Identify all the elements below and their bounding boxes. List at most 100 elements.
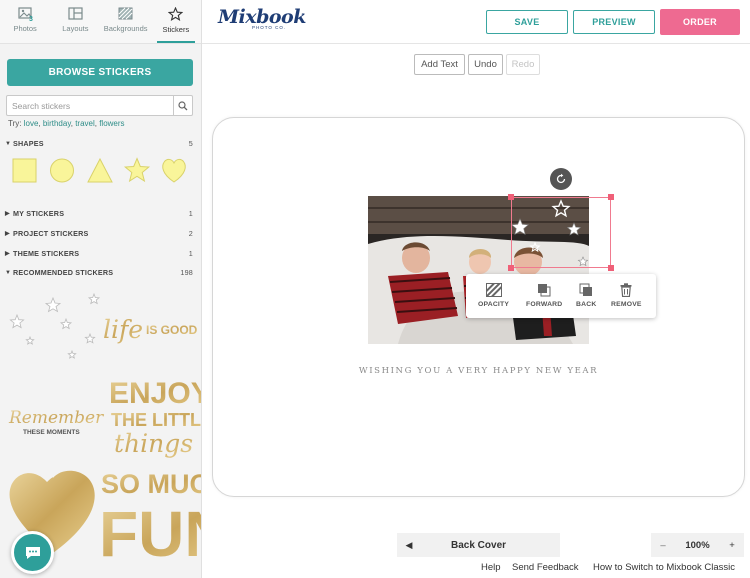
shape-star[interactable] [123, 157, 151, 183]
help-link[interactable]: Help [481, 562, 501, 573]
greeting-caption[interactable]: WISHING YOU A VERY HAPPY NEW YEAR [212, 366, 745, 376]
zoom-out-button[interactable]: – [651, 540, 675, 551]
mixbook-logo[interactable]: Mixbook PHOTO CO. [218, 6, 306, 38]
sticker-so-much-fun[interactable]: SO MUCH FUN [99, 469, 202, 570]
layouts-icon [68, 7, 83, 20]
section-theme-stickers[interactable]: ▶ THEME STICKERS 1 [5, 249, 193, 258]
back-button[interactable]: BACK [576, 283, 596, 308]
zoom-control: – 100% + [651, 533, 744, 557]
section-shapes-count: 5 [188, 139, 193, 148]
section-my-stickers[interactable]: ▶ MY STICKERS 1 [5, 209, 193, 218]
chevron-down-icon: ▼ [5, 140, 12, 147]
forward-label: FORWARD [526, 301, 563, 308]
sticker-life-is-good[interactable]: life IS GOOD [103, 315, 198, 344]
zoom-level: 100% [685, 539, 710, 551]
current-page-label[interactable]: Back Cover [451, 540, 506, 551]
preview-button[interactable]: PREVIEW [573, 10, 655, 34]
rotate-icon [556, 173, 566, 184]
chat-button[interactable] [11, 531, 54, 574]
section-theme-stickers-label: THEME STICKERS [13, 249, 80, 258]
zoom-in-button[interactable]: + [720, 540, 744, 551]
order-button[interactable]: ORDER [660, 9, 740, 35]
section-my-stickers-label: MY STICKERS [13, 209, 65, 218]
shape-triangle[interactable] [87, 157, 113, 183]
sticker-search: Search stickers [6, 95, 193, 116]
svg-text:SO MUCH: SO MUCH [101, 469, 202, 499]
mixbook-editor: 3 Photos Layouts Backgrounds Stickers BR… [0, 0, 750, 578]
trash-icon [620, 283, 632, 297]
tab-backgrounds[interactable]: Backgrounds [101, 0, 151, 43]
chat-bubble-icon [25, 546, 40, 559]
resize-handle-bottom-right[interactable] [608, 265, 614, 271]
shape-square[interactable] [12, 158, 37, 183]
svg-text:THE LITTLE: THE LITTLE [111, 410, 202, 430]
suggestion-travel[interactable]: travel [75, 119, 95, 128]
tab-layouts[interactable]: Layouts [50, 0, 100, 43]
forward-button[interactable]: FORWARD [526, 283, 562, 308]
search-suggestions: Try: love, birthday, travel, flowers [8, 119, 125, 128]
shapes-row [12, 157, 186, 183]
section-recommended-stickers[interactable]: ▼ RECOMMENDED STICKERS 198 [5, 268, 193, 277]
chevron-right-icon: ▶ [5, 211, 10, 217]
section-theme-stickers-count: 1 [188, 249, 193, 258]
section-project-stickers-count: 2 [188, 229, 193, 238]
section-my-stickers-count: 1 [188, 209, 193, 218]
back-icon [579, 283, 593, 296]
send-feedback-link[interactable]: Send Feedback [512, 562, 579, 573]
sticker-toolbar: OPACITY FORWARD BACK REMOVE [466, 274, 656, 318]
section-project-stickers[interactable]: ▶ PROJECT STICKERS 2 [5, 229, 193, 238]
rotate-handle[interactable] [550, 168, 572, 190]
search-input[interactable]: Search stickers [7, 96, 173, 115]
forward-icon [538, 284, 551, 297]
resize-handle-top-left[interactable] [508, 194, 514, 200]
tab-backgrounds-label: Backgrounds [103, 24, 148, 33]
suggestion-flowers[interactable]: flowers [99, 119, 124, 128]
chevron-right-icon: ▶ [5, 231, 10, 237]
svg-text:things: things [114, 429, 193, 458]
suggestion-love[interactable]: love [24, 119, 39, 128]
shape-circle[interactable] [50, 158, 74, 183]
tab-photos[interactable]: 3 Photos [0, 0, 50, 43]
redo-button[interactable]: Redo [506, 54, 540, 75]
suggestion-birthday[interactable]: birthday [43, 119, 71, 128]
section-project-stickers-label: PROJECT STICKERS [13, 229, 89, 238]
page-navigator: ◀ Back Cover [397, 533, 560, 557]
svg-text:FUN: FUN [99, 498, 202, 570]
backgrounds-icon [118, 7, 133, 20]
sticker-remember-these-moments[interactable]: Remember THESE MOMENTS [8, 408, 104, 436]
sticker-silver-stars[interactable] [9, 292, 101, 359]
switch-to-classic-link[interactable]: How to Switch to Mixbook Classic [593, 562, 735, 573]
shape-heart[interactable] [162, 158, 186, 183]
tab-photos-label: Photos [13, 24, 37, 33]
star-icon [168, 7, 184, 21]
section-shapes[interactable]: ▼ SHAPES 5 [5, 139, 193, 148]
header: Mixbook PHOTO CO. SAVE PREVIEW ORDER [202, 0, 750, 44]
svg-text:THESE MOMENTS: THESE MOMENTS [23, 429, 80, 436]
remove-label: REMOVE [611, 301, 642, 308]
section-recommended-count: 198 [180, 268, 193, 277]
back-label: BACK [576, 301, 597, 308]
save-button[interactable]: SAVE [486, 10, 568, 34]
resize-handle-bottom-left[interactable] [508, 265, 514, 271]
sticker-enjoy-the-little-things[interactable]: ENJOY THE LITTLE things [109, 377, 202, 458]
svg-text:Remember: Remember [8, 408, 104, 428]
tab-stickers[interactable]: Stickers [151, 0, 201, 43]
opacity-button[interactable]: OPACITY [478, 283, 509, 308]
opacity-icon [485, 283, 502, 297]
svg-text:IS GOOD: IS GOOD [146, 323, 198, 337]
remove-button[interactable]: REMOVE [611, 283, 642, 308]
resize-handle-top-right[interactable] [608, 194, 614, 200]
chevron-down-icon: ▼ [5, 269, 12, 276]
add-text-button[interactable]: Add Text [414, 54, 465, 75]
try-label: Try: [8, 119, 22, 128]
browse-stickers-button[interactable]: BROWSE STICKERS [7, 59, 193, 86]
svg-text:ENJOY: ENJOY [109, 377, 202, 410]
tab-stickers-label: Stickers [162, 25, 190, 34]
previous-page-icon[interactable]: ◀ [397, 540, 421, 551]
photos-count-badge: 3 [29, 16, 33, 23]
section-shapes-label: SHAPES [13, 139, 44, 148]
search-button[interactable] [173, 96, 192, 115]
chevron-right-icon: ▶ [5, 251, 10, 257]
undo-button[interactable]: Undo [468, 54, 503, 75]
search-icon [178, 100, 188, 110]
